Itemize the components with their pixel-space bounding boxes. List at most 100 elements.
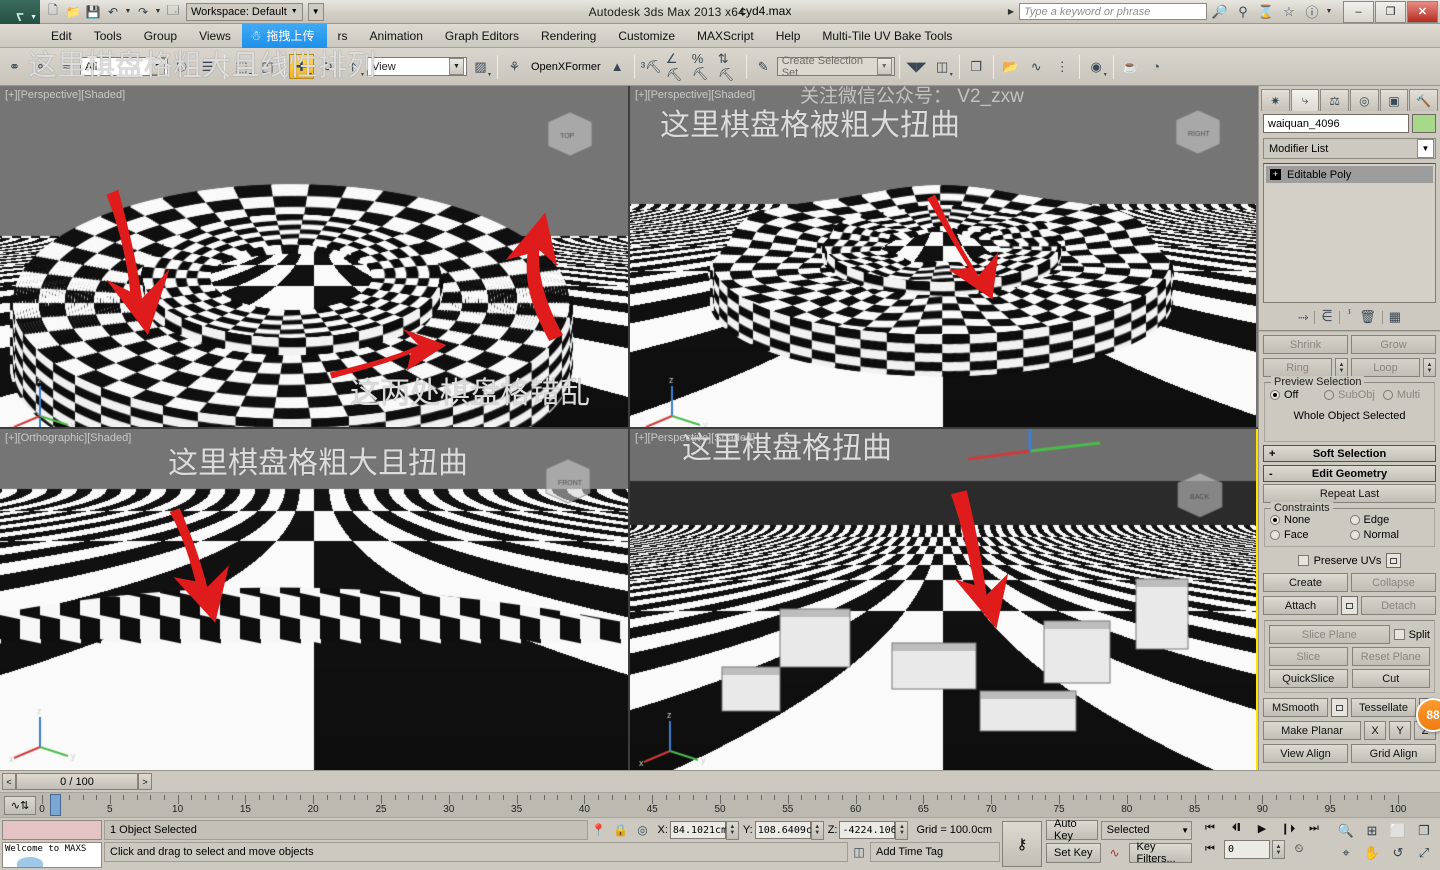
mirror-icon[interactable]: ◥◤: [904, 54, 929, 79]
goto-end-button[interactable]: ⏭: [1302, 818, 1326, 839]
object-color-swatch[interactable]: [1412, 114, 1436, 133]
layer-manager-icon[interactable]: ❐: [964, 54, 989, 79]
track-bar[interactable]: ∿⇅ 0 5 10 15 20 25 30 35 40 45 50 55 60 65 70 75 80 85 90 9…: [0, 792, 1440, 818]
show-end-result-icon[interactable]: ⋶: [1321, 309, 1332, 325]
attach-settings-button[interactable]: [1341, 596, 1358, 615]
modifier-stack-list[interactable]: + Editable Poly: [1263, 163, 1436, 303]
selection-filter-combo[interactable]: All ▼: [80, 57, 168, 76]
align-icon[interactable]: ◫ ▾: [930, 54, 955, 79]
constraint-normal-radio[interactable]: Normal: [1349, 529, 1430, 541]
make-unique-icon[interactable]: ⸯ: [1346, 308, 1354, 326]
play-animation-button[interactable]: ▶: [1250, 818, 1274, 839]
viewport-top-right[interactable]: [+][Perspective][Shaded]: [630, 86, 1258, 427]
pin-stack-icon[interactable]: ⤑: [1298, 309, 1308, 325]
motion-tab[interactable]: ◎: [1350, 89, 1379, 111]
use-center-flyout-icon[interactable]: ▨ ▾: [468, 54, 493, 79]
isolate-selection-icon[interactable]: ◫: [848, 842, 870, 862]
pin-stack-status-icon[interactable]: 📍: [588, 820, 610, 840]
minimize-button[interactable]: –: [1343, 0, 1374, 23]
key-curve-icon[interactable]: ∿: [1104, 843, 1126, 863]
viewport-bottom-right[interactable]: [+][Perspective][Shaded]: [630, 429, 1258, 770]
loop-button[interactable]: Loop: [1351, 358, 1420, 377]
object-name-input[interactable]: waiquan_4096: [1263, 114, 1409, 133]
time-next-frame-button[interactable]: >: [138, 773, 152, 790]
coord-y-spinner[interactable]: ▲ ▼: [810, 820, 824, 840]
time-frame-readout[interactable]: 0 / 100: [16, 773, 138, 790]
zoom-icon[interactable]: 🔍: [1333, 820, 1359, 842]
save-file-icon[interactable]: 💾: [84, 3, 102, 21]
redo-icon[interactable]: ↷: [134, 3, 152, 21]
ring-spinner[interactable]: ▲ ▼: [1335, 358, 1348, 377]
favorites-star-icon[interactable]: ☆: [1279, 2, 1299, 22]
slice-button[interactable]: Slice: [1269, 647, 1348, 666]
constraint-edge-radio[interactable]: Edge: [1349, 514, 1430, 526]
named-selection-set-combo[interactable]: Create Selection Set ▼: [776, 55, 895, 79]
absolute-relative-transform-icon[interactable]: ◎: [632, 820, 654, 840]
hierarchy-tab[interactable]: ⚖: [1320, 89, 1350, 111]
workspace-dropdown-button[interactable]: ▼: [307, 2, 324, 21]
detach-button[interactable]: Detach: [1361, 596, 1436, 615]
schematic-view-icon[interactable]: ⋮: [1050, 54, 1075, 79]
rectangular-selection-region-icon[interactable]: ⬚ ▾: [229, 54, 254, 79]
menu-graph-editors[interactable]: Graph Editors: [434, 26, 530, 46]
menu-rendering[interactable]: Rendering: [530, 26, 607, 46]
next-frame-button[interactable]: ❙⏵: [1276, 818, 1300, 839]
make-planar-button[interactable]: Make Planar: [1263, 721, 1361, 740]
grid-align-button[interactable]: Grid Align: [1351, 744, 1436, 763]
msmooth-button[interactable]: MSmooth: [1263, 698, 1328, 717]
preserve-uvs-settings-button[interactable]: [1386, 553, 1402, 568]
view-align-button[interactable]: View Align: [1263, 744, 1348, 763]
open-mini-curve-editor-button[interactable]: ∿⇅: [4, 796, 36, 815]
display-tab[interactable]: ▣: [1379, 89, 1409, 111]
set-key-mode-toggle[interactable]: ⚷: [1002, 821, 1042, 867]
restore-button[interactable]: ❐: [1375, 0, 1406, 23]
ring-button[interactable]: Ring: [1263, 358, 1332, 377]
workspace-selector[interactable]: Workspace: Default ▼: [186, 2, 303, 21]
create-button[interactable]: Create: [1263, 573, 1348, 592]
coord-x-input[interactable]: 84.1021cm: [669, 821, 727, 839]
coord-y-input[interactable]: 108.6409c: [754, 821, 812, 839]
maximize-viewport-icon[interactable]: ⤢: [1411, 842, 1437, 864]
shrink-button[interactable]: Shrink: [1263, 335, 1348, 354]
quickslice-button[interactable]: QuickSlice: [1269, 669, 1348, 688]
constraint-none-radio[interactable]: None: [1270, 514, 1350, 526]
select-and-rotate-icon[interactable]: ↻: [315, 54, 340, 79]
pan-view-icon[interactable]: ✋: [1359, 842, 1385, 864]
auto-key-button[interactable]: Auto Key: [1046, 818, 1098, 842]
open-file-icon[interactable]: 📁: [64, 3, 82, 21]
menu-customize[interactable]: Customize: [607, 26, 686, 46]
preview-off-radio[interactable]: Off: [1270, 389, 1316, 401]
preview-subobj-radio[interactable]: SubObj: [1324, 389, 1375, 401]
make-planar-y-button[interactable]: Y: [1389, 721, 1411, 740]
repeat-last-button[interactable]: Repeat Last: [1263, 484, 1436, 503]
select-and-link-icon[interactable]: ⚭: [2, 54, 27, 79]
make-planar-x-button[interactable]: X: [1364, 721, 1386, 740]
menu-modifiers[interactable]: rs: [327, 26, 359, 46]
unlink-selection-icon[interactable]: ⚬: [28, 54, 53, 79]
add-time-tag-button[interactable]: Add Time Tag: [870, 842, 1000, 862]
help-dropdown-icon[interactable]: ▼: [1325, 8, 1333, 15]
named-selection-sets-icon[interactable]: ✎: [751, 54, 776, 79]
cut-button[interactable]: Cut: [1351, 669, 1430, 688]
goto-start-button[interactable]: ⏮: [1198, 818, 1222, 839]
coord-z-spinner[interactable]: ▲ ▼: [895, 820, 909, 840]
msmooth-settings-button[interactable]: [1331, 698, 1348, 717]
slice-plane-button[interactable]: Slice Plane: [1269, 625, 1390, 644]
reset-plane-button[interactable]: Reset Plane: [1351, 647, 1430, 666]
angle-snap-toggle-icon[interactable]: ∠⛏: [665, 51, 690, 82]
snaps-toggle-3-icon[interactable]: ³⛏: [639, 54, 664, 79]
menu-edit[interactable]: Edit: [40, 26, 83, 46]
utilities-tab[interactable]: 🔨: [1409, 89, 1439, 111]
material-editor-icon[interactable]: ◉ ▾: [1084, 54, 1109, 79]
collapse-button[interactable]: Collapse: [1351, 573, 1436, 592]
menu-help[interactable]: Help: [765, 26, 812, 46]
remove-modifier-icon[interactable]: 🗑: [1359, 309, 1376, 325]
field-of-view-icon[interactable]: ⌖: [1333, 842, 1359, 864]
maxscript-mini-listener[interactable]: Welcome to MAXS: [2, 842, 102, 868]
select-object-icon[interactable]: ⎋: [169, 54, 194, 79]
set-project-folder-icon[interactable]: 🗔: [164, 3, 182, 21]
menu-maxscript[interactable]: MAXScript: [686, 26, 765, 46]
current-frame-input[interactable]: 0: [1224, 840, 1270, 859]
percent-snap-toggle-icon[interactable]: %⛏: [691, 51, 716, 81]
redo-dropdown-icon[interactable]: ▼: [154, 8, 162, 15]
